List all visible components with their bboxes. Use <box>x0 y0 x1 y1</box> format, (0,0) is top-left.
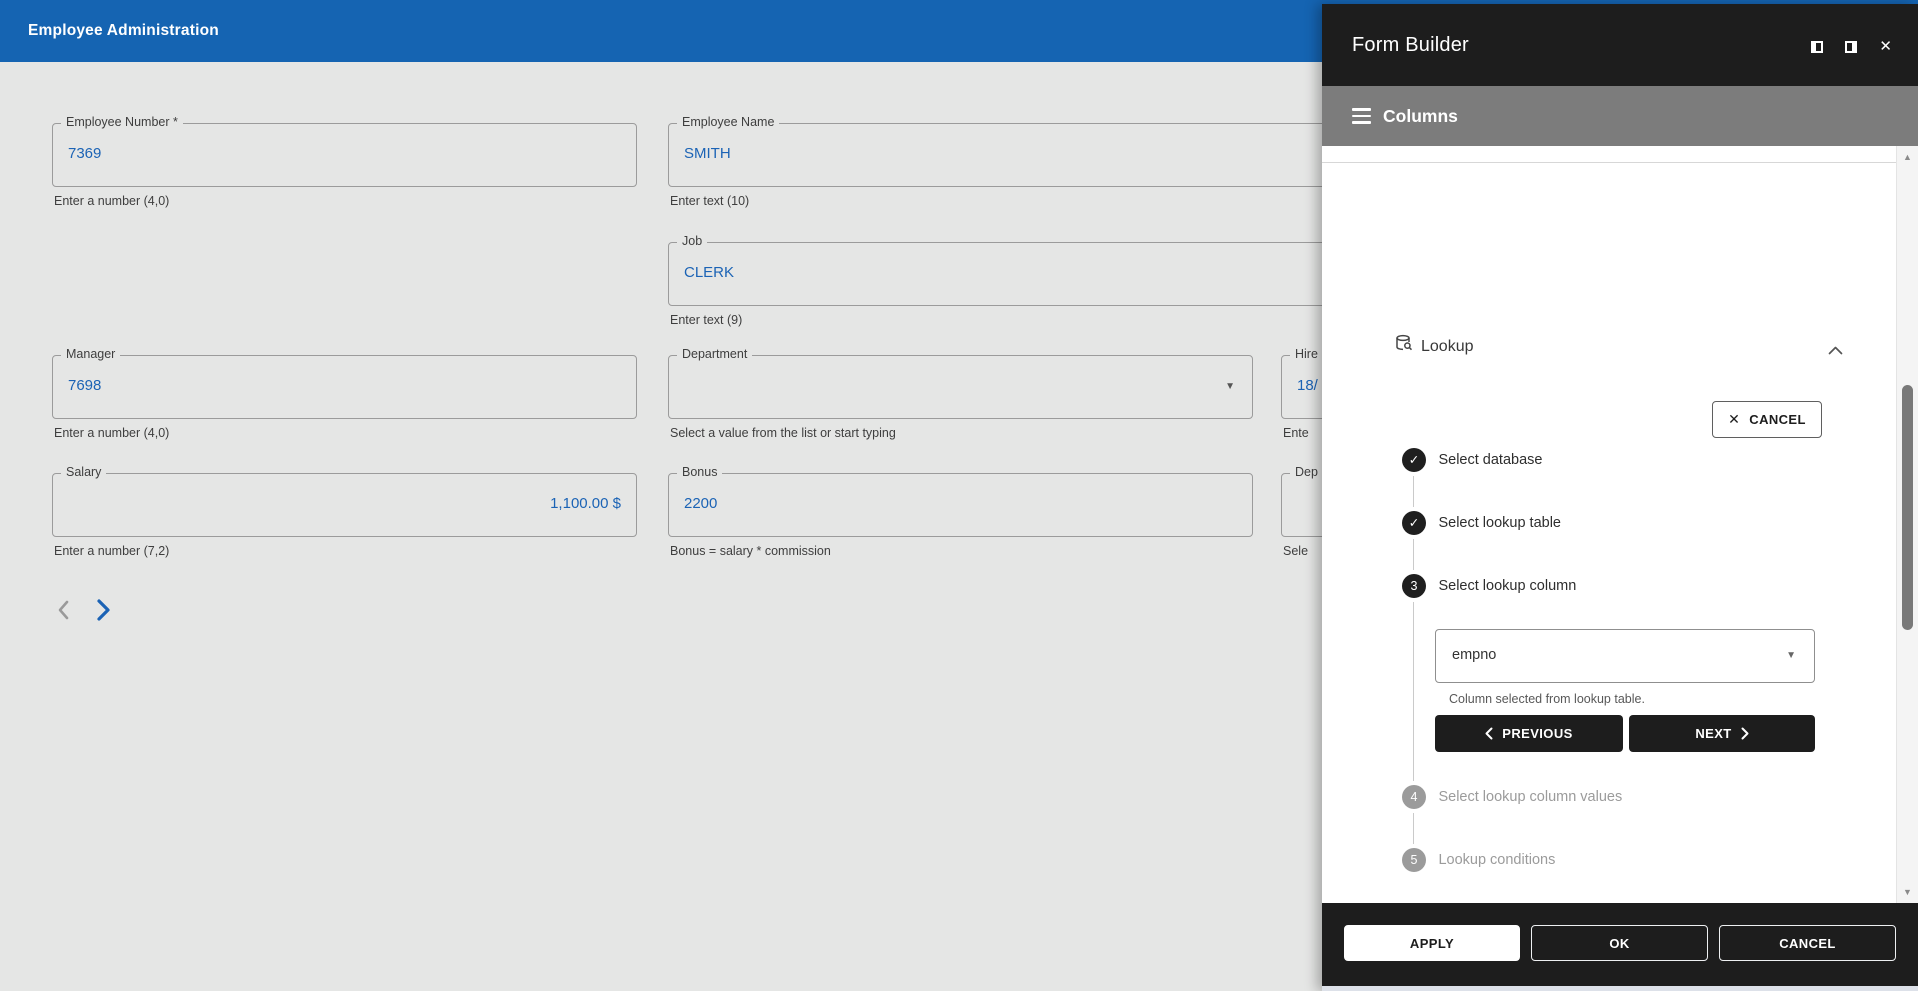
field-manager: Manager 7698 Enter a number (4,0) <box>52 355 637 451</box>
field-value: 7698 <box>68 377 101 394</box>
field-helper: Enter a number (4,0) <box>54 194 169 208</box>
panel-header: Form Builder ✕ <box>1322 4 1918 86</box>
bonus-input[interactable] <box>668 473 1253 537</box>
next-label: NEXT <box>1695 726 1731 741</box>
previous-record-icon[interactable] <box>55 600 73 625</box>
dock-right-icon[interactable] <box>1845 41 1857 53</box>
step-connector <box>1413 476 1414 507</box>
field-value: CLERK <box>684 264 734 281</box>
field-department: Department ▼ Select a value from the lis… <box>668 355 1253 451</box>
field-helper: Bonus = salary * commission <box>670 544 831 558</box>
step-label: Select lookup table <box>1438 515 1561 531</box>
field-helper: Select a value from the list or start ty… <box>670 426 896 440</box>
panel-window-controls: ✕ <box>1793 38 1892 54</box>
step-label: Select database <box>1438 452 1542 468</box>
manager-input[interactable] <box>52 355 637 419</box>
panel-title: Form Builder <box>1352 4 1469 86</box>
field-label: Employee Number * <box>61 115 183 129</box>
close-icon[interactable]: ✕ <box>1879 40 1892 54</box>
caret-down-icon[interactable]: ▼ <box>1225 381 1235 392</box>
field-label: Salary <box>61 465 106 479</box>
field-salary: Salary 1,100.00 $ Enter a number (7,2) <box>52 473 637 569</box>
record-pagination <box>55 598 129 632</box>
caret-down-icon: ▼ <box>1786 650 1796 661</box>
field-label: Department <box>677 347 752 361</box>
screen: Employee Administration Employee Number … <box>0 0 1918 991</box>
field-helper: Enter text (9) <box>670 313 742 327</box>
scroll-up-icon[interactable]: ▲ <box>1897 152 1918 162</box>
field-label: Bonus <box>677 465 722 479</box>
step-label: Select lookup column values <box>1438 789 1622 805</box>
section-divider <box>1322 162 1896 163</box>
field-helper: Enter text (10) <box>670 194 749 208</box>
field-helper: Ente <box>1283 426 1309 440</box>
field-helper: Enter a number (7,2) <box>54 544 169 558</box>
wizard-previous-button[interactable]: PREVIOUS <box>1435 715 1623 752</box>
field-helper: Enter a number (4,0) <box>54 426 169 440</box>
step-select-lookup-table[interactable]: ✓ Select lookup table <box>1402 511 1561 535</box>
step-select-database[interactable]: ✓ Select database <box>1402 448 1542 472</box>
section-label: Columns <box>1383 86 1458 146</box>
step-number: 5 <box>1402 848 1426 872</box>
previous-label: PREVIOUS <box>1502 726 1572 741</box>
field-value: 1,100.00 $ <box>550 495 621 512</box>
field-label: Hire <box>1290 347 1323 361</box>
close-icon: ✕ <box>1728 411 1740 428</box>
panel-footer: APPLY OK CANCEL <box>1322 903 1918 986</box>
page-title: Employee Administration <box>28 0 219 62</box>
lookup-column-dropdown[interactable]: empno ▼ <box>1435 629 1815 683</box>
wizard-next-button[interactable]: NEXT <box>1629 715 1815 752</box>
step-number: 4 <box>1402 785 1426 809</box>
form-builder-panel: Form Builder ✕ Columns L <box>1322 4 1918 991</box>
apply-button[interactable]: APPLY <box>1344 925 1520 961</box>
field-value: 7369 <box>68 145 101 162</box>
field-label: Manager <box>61 347 120 361</box>
field-helper: Sele <box>1283 544 1308 558</box>
dock-left-icon[interactable] <box>1811 41 1823 53</box>
panel-scrollbar[interactable]: ▲ ▼ <box>1896 146 1918 903</box>
field-value: SMITH <box>684 145 731 162</box>
scrollbar-thumb[interactable] <box>1902 385 1913 630</box>
panel-content: Lookup ✕ CANCEL ✓ Select database ✓ Sele… <box>1322 146 1918 903</box>
lookup-database-icon <box>1395 334 1413 357</box>
department-select[interactable] <box>668 355 1253 419</box>
next-record-icon[interactable] <box>93 598 113 627</box>
wizard-cancel-label: CANCEL <box>1749 412 1806 427</box>
step-select-lookup-column-values[interactable]: 4 Select lookup column values <box>1402 785 1622 809</box>
cancel-button[interactable]: CANCEL <box>1719 925 1896 961</box>
chevron-left-icon <box>1485 727 1493 740</box>
field-label: Employee Name <box>677 115 779 129</box>
step-label: Lookup conditions <box>1438 852 1555 868</box>
chevron-right-icon <box>1741 727 1749 740</box>
step-lookup-conditions[interactable]: 5 Lookup conditions <box>1402 848 1555 872</box>
step-label: Select lookup column <box>1438 578 1576 594</box>
field-value: 18/ <box>1297 377 1318 394</box>
step-connector <box>1413 602 1414 781</box>
field-value: 2200 <box>684 495 717 512</box>
field-label: Dep <box>1290 465 1323 479</box>
lookup-section-title: Lookup <box>1421 338 1474 356</box>
field-label: Job <box>677 234 707 248</box>
step-connector <box>1413 813 1414 844</box>
employee-number-input[interactable] <box>52 123 637 187</box>
ok-button[interactable]: OK <box>1531 925 1708 961</box>
check-icon: ✓ <box>1402 448 1426 472</box>
menu-icon[interactable] <box>1352 108 1371 128</box>
check-icon: ✓ <box>1402 511 1426 535</box>
panel-bottom-strip <box>1322 986 1918 991</box>
dropdown-value: empno <box>1452 647 1496 663</box>
field-employee-number: Employee Number * 7369 Enter a number (4… <box>52 123 637 219</box>
columns-section-bar: Columns <box>1322 86 1918 146</box>
scroll-down-icon[interactable]: ▼ <box>1897 887 1918 897</box>
dropdown-helper: Column selected from lookup table. <box>1449 692 1645 706</box>
step-connector <box>1413 539 1414 570</box>
chevron-up-icon[interactable] <box>1828 342 1843 360</box>
field-bonus: Bonus 2200 Bonus = salary * commission <box>668 473 1253 569</box>
step-number: 3 <box>1402 574 1426 598</box>
wizard-cancel-button[interactable]: ✕ CANCEL <box>1712 401 1822 438</box>
step-select-lookup-column[interactable]: 3 Select lookup column <box>1402 574 1576 598</box>
